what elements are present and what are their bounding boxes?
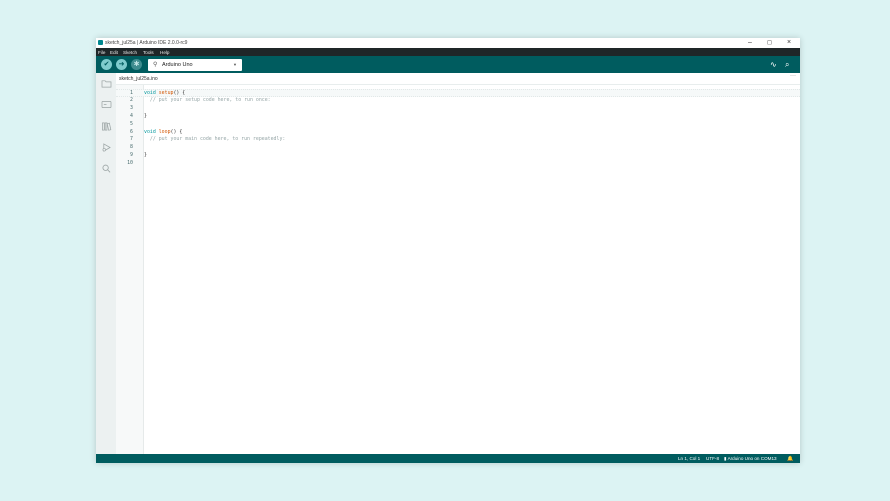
code-editor[interactable]: 1 void setup() {2 // put your setup code …	[116, 85, 800, 453]
code-text: // put your main code here, to run repea…	[144, 136, 286, 143]
cursor-position[interactable]: Ln 1, Col 1	[678, 456, 700, 461]
code-line[interactable]: 8	[116, 144, 800, 152]
menu-help[interactable]: Help	[160, 50, 169, 55]
line-number: 5	[130, 120, 133, 127]
code-line[interactable]: 4}	[116, 113, 800, 121]
file-icon: ▮	[724, 456, 727, 461]
minimize-button[interactable]: –	[748, 39, 752, 47]
serial-monitor-icon[interactable]: ⌕	[785, 60, 789, 69]
tab-sketch-file[interactable]: sketch_jul25a.ino	[119, 76, 158, 82]
search-icon[interactable]	[101, 164, 112, 173]
upload-button[interactable]: ➜	[116, 59, 127, 70]
board-port-status[interactable]: ▮ Arduino Uno on COM13	[724, 456, 777, 462]
boards-manager-icon[interactable]	[101, 100, 112, 109]
board-selector[interactable]: ⚲ Arduino Uno ▼	[148, 58, 242, 71]
menu-file[interactable]: File	[98, 50, 105, 55]
line-number: 3	[130, 104, 133, 111]
close-button[interactable]: ×	[787, 39, 791, 47]
folder-icon[interactable]	[101, 79, 112, 88]
code-text: }	[144, 152, 147, 159]
board-port-label: Arduino Uno on COM13	[727, 456, 777, 461]
code-text: // put your setup code here, to run once…	[144, 96, 271, 103]
menu-tools[interactable]: Tools	[143, 50, 154, 55]
line-number: 2	[130, 96, 133, 103]
line-number: 8	[130, 144, 133, 151]
debug-icon: ✱	[133, 61, 140, 68]
code-line[interactable]: 2 // put your setup code here, to run on…	[116, 97, 800, 105]
menu-edit[interactable]: Edit	[110, 50, 118, 55]
toolbar: ✔ ➜ ✱ ⚲ Arduino Uno ▼ ∿ ⌕	[96, 56, 800, 73]
window-title: sketch_jul25a | Arduino IDE 2.0.0-rc9	[105, 40, 188, 46]
bell-icon[interactable]: 🔔	[787, 456, 793, 462]
title-bar: sketch_jul25a | Arduino IDE 2.0.0-rc9 – …	[96, 38, 800, 48]
code-line[interactable]: 1 void setup() {	[116, 89, 800, 97]
debug-button[interactable]: ✱	[131, 59, 142, 70]
code-text: void loop() {	[144, 128, 183, 135]
code-line[interactable]: 6 void loop() {	[116, 129, 800, 137]
code-line[interactable]: 5	[116, 121, 800, 129]
code-line[interactable]: 3	[116, 105, 800, 113]
more-tabs-icon[interactable]: ···	[790, 73, 796, 79]
code-line[interactable]: 9}	[116, 152, 800, 160]
menu-bar: File Edit Sketch Tools Help	[96, 48, 800, 56]
line-number: 10	[127, 160, 133, 167]
chevron-down-icon: ▼	[233, 61, 237, 67]
code-line[interactable]: 7 // put your main code here, to run rep…	[116, 136, 800, 144]
arduino-ide-window: sketch_jul25a | Arduino IDE 2.0.0-rc9 – …	[96, 38, 800, 463]
library-icon[interactable]	[101, 122, 112, 131]
menu-sketch[interactable]: Sketch	[123, 50, 137, 55]
status-bar: Ln 1, Col 1 UTF-8 ▮ Arduino Uno on COM13…	[96, 454, 800, 463]
verify-button[interactable]: ✔	[101, 59, 112, 70]
activity-sidebar	[96, 73, 116, 454]
line-number: 9	[130, 152, 133, 159]
file-encoding[interactable]: UTF-8	[706, 456, 719, 461]
code-text: }	[144, 112, 147, 119]
usb-icon: ⚲	[153, 61, 158, 68]
arduino-app-icon	[98, 40, 103, 45]
serial-plotter-icon[interactable]: ∿	[770, 60, 777, 69]
debug-icon[interactable]	[101, 143, 112, 152]
line-number: 4	[130, 112, 133, 119]
line-number: 6	[130, 128, 133, 135]
arrow-right-icon: ➜	[118, 61, 125, 68]
check-icon: ✔	[103, 61, 110, 68]
maximize-button[interactable]: ◻	[767, 39, 772, 47]
code-line[interactable]: 10	[116, 160, 800, 168]
editor-tab-bar: sketch_jul25a.ino ···	[116, 73, 800, 85]
line-number: 7	[130, 136, 133, 143]
board-name: Arduino Uno	[162, 61, 193, 68]
